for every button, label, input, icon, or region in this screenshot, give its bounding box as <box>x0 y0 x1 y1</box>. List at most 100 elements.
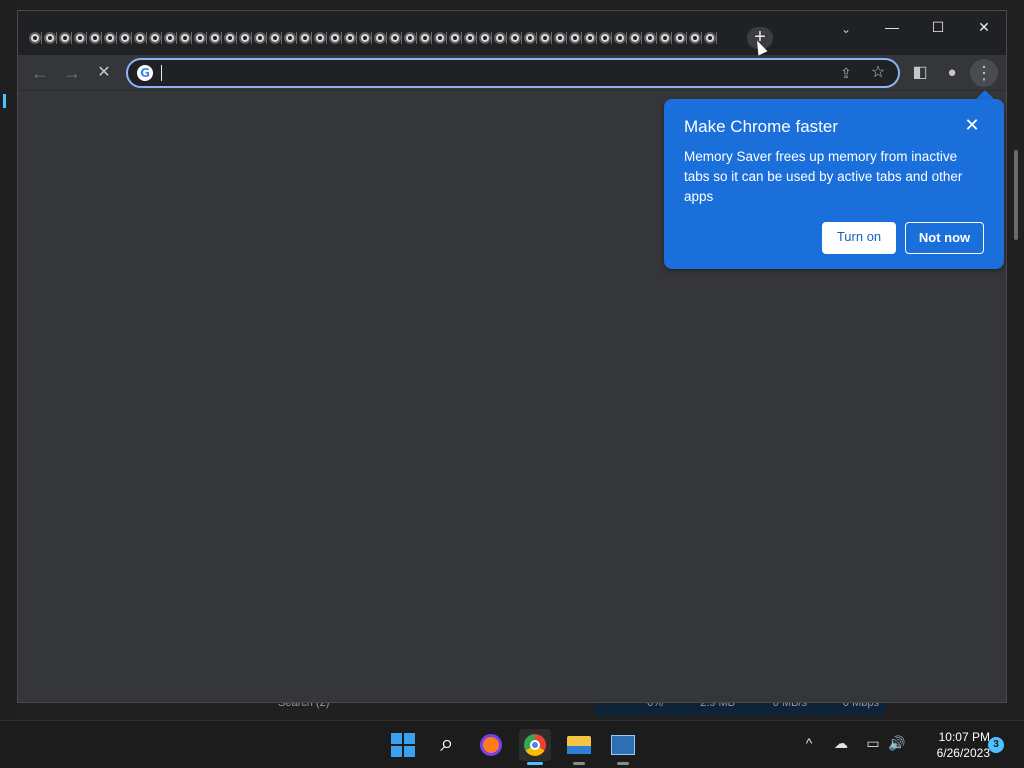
browser-tab[interactable] <box>537 28 552 48</box>
share-icon[interactable]: ⇪ <box>836 63 856 83</box>
maximize-button[interactable]: ☐ <box>918 15 958 39</box>
firefox-icon <box>480 734 502 756</box>
browser-tab[interactable] <box>117 28 132 48</box>
tab-favicon-icon <box>703 32 716 44</box>
browser-tab[interactable] <box>417 28 432 48</box>
browser-tab[interactable] <box>177 28 192 48</box>
bookmark-star-icon[interactable]: ☆ <box>868 63 888 83</box>
browser-tab[interactable] <box>237 28 252 48</box>
onedrive-icon[interactable]: ☁ <box>831 735 851 752</box>
browser-tab[interactable] <box>312 28 327 48</box>
browser-tab[interactable] <box>672 28 687 48</box>
browser-tab[interactable] <box>402 28 417 48</box>
profile-button[interactable]: ● <box>938 59 966 87</box>
browser-tab[interactable] <box>102 28 117 48</box>
chrome-taskbar-button[interactable] <box>519 729 551 765</box>
browser-tab[interactable] <box>162 28 177 48</box>
browser-tab[interactable] <box>27 28 42 48</box>
browser-tab[interactable] <box>567 28 582 48</box>
volume-icon[interactable]: 🔊 <box>887 735 907 752</box>
browser-toolbar: ← → ✕ G ⇪ ☆ ◧ ● ⋮ <box>18 55 1006 91</box>
browser-tab[interactable] <box>552 28 567 48</box>
background-left-rail <box>0 0 17 720</box>
browser-tab[interactable] <box>297 28 312 48</box>
chrome-icon <box>524 734 546 756</box>
browser-tab[interactable] <box>657 28 672 48</box>
browser-tab[interactable] <box>42 28 57 48</box>
browser-tab[interactable] <box>57 28 72 48</box>
taskbar-search-button[interactable]: ⌕ <box>431 729 463 761</box>
show-hidden-icons-chevron-icon[interactable]: ^ <box>799 735 819 751</box>
browser-tab[interactable] <box>492 28 507 48</box>
not-now-button[interactable]: Not now <box>905 222 984 254</box>
tab-favicon-icon <box>43 32 56 44</box>
tab-favicon-icon <box>268 32 281 44</box>
tab-favicon-icon <box>223 32 236 44</box>
browser-tab[interactable] <box>132 28 147 48</box>
back-button[interactable]: ← <box>26 59 54 87</box>
browser-tab[interactable] <box>432 28 447 48</box>
browser-tab[interactable] <box>507 28 522 48</box>
tab-favicon-icon <box>163 32 176 44</box>
address-input[interactable] <box>160 64 800 82</box>
tab-favicon-icon <box>238 32 251 44</box>
browser-tab[interactable] <box>372 28 387 48</box>
browser-tab[interactable] <box>147 28 162 48</box>
browser-tab[interactable] <box>222 28 237 48</box>
task-manager-taskbar-button[interactable] <box>607 729 639 765</box>
tab-favicon-icon <box>688 32 701 44</box>
address-bar[interactable]: G ⇪ ☆ <box>126 58 900 88</box>
browser-tab[interactable] <box>357 28 372 48</box>
stop-loading-button[interactable]: ✕ <box>90 59 118 87</box>
background-rail-indicator <box>3 94 6 108</box>
browser-tab[interactable] <box>387 28 402 48</box>
tab-favicon-icon <box>193 32 206 44</box>
side-panel-button[interactable]: ◧ <box>906 59 934 87</box>
network-icon[interactable]: ▭ <box>863 735 883 752</box>
file-explorer-taskbar-button[interactable] <box>563 729 595 765</box>
close-icon[interactable]: ✕ <box>962 115 982 135</box>
chrome-menu-button[interactable]: ⋮ <box>970 59 998 87</box>
browser-tab[interactable] <box>582 28 597 48</box>
tab-favicon-icon <box>103 32 116 44</box>
browser-tab[interactable] <box>192 28 207 48</box>
tab-favicon-icon <box>298 32 311 44</box>
browser-tab[interactable] <box>627 28 642 48</box>
browser-tab[interactable] <box>612 28 627 48</box>
forward-button[interactable]: → <box>58 59 86 87</box>
windows-logo-icon <box>391 733 415 757</box>
browser-tab[interactable] <box>687 28 702 48</box>
background-scrollbar[interactable] <box>1014 150 1018 240</box>
tab-favicon-icon <box>448 32 461 44</box>
browser-tab[interactable] <box>87 28 102 48</box>
browser-tab[interactable] <box>447 28 462 48</box>
tab-search-button[interactable]: ⌄ <box>836 19 856 39</box>
notification-count-badge[interactable]: 3 <box>988 737 1004 753</box>
memory-saver-bubble: Make Chrome faster ✕ Memory Saver frees … <box>664 99 1004 269</box>
tab-favicon-icon <box>658 32 671 44</box>
start-button[interactable] <box>387 729 419 761</box>
tab-favicon-icon <box>538 32 551 44</box>
browser-tab[interactable] <box>72 28 87 48</box>
browser-tab[interactable] <box>267 28 282 48</box>
browser-tab[interactable] <box>702 28 717 48</box>
tab-favicon-icon <box>283 32 296 44</box>
browser-tab[interactable] <box>462 28 477 48</box>
browser-tab[interactable] <box>282 28 297 48</box>
task-manager-icon <box>611 735 635 755</box>
system-clock[interactable]: 10:07 PM 6/26/2023 <box>910 729 990 761</box>
browser-tab[interactable] <box>327 28 342 48</box>
tab-favicon-icon <box>388 32 401 44</box>
minimize-button[interactable]: — <box>872 15 912 39</box>
browser-tab[interactable] <box>207 28 222 48</box>
firefox-taskbar-button[interactable] <box>475 729 507 761</box>
browser-tab[interactable] <box>522 28 537 48</box>
browser-tab[interactable] <box>252 28 267 48</box>
browser-tab[interactable] <box>477 28 492 48</box>
browser-tab[interactable] <box>342 28 357 48</box>
browser-tab[interactable] <box>642 28 657 48</box>
bubble-body-text: Memory Saver frees up memory from inacti… <box>684 149 963 204</box>
turn-on-button[interactable]: Turn on <box>822 222 896 254</box>
browser-tab[interactable] <box>597 28 612 48</box>
close-window-button[interactable]: ✕ <box>964 15 1004 39</box>
